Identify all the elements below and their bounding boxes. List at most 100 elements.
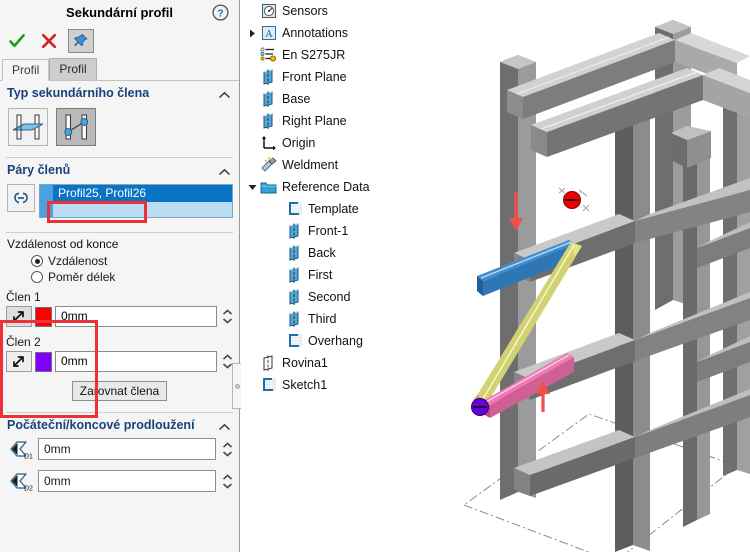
extension-d1-input[interactable]: 0mm <box>38 438 216 460</box>
point-marker-purple[interactable] <box>471 398 489 416</box>
panel-splitter[interactable] <box>232 363 241 409</box>
radio-length-ratio-indicator[interactable] <box>31 271 43 283</box>
tree-item-first[interactable]: First <box>241 264 419 286</box>
type-between-planes-button[interactable] <box>8 108 48 146</box>
tree-item-label: Base <box>282 92 311 106</box>
tree-item-label: First <box>308 268 333 282</box>
tree-item-overhang[interactable]: Overhang <box>241 330 419 352</box>
distance-from-end-label: Vzdálenost od konce <box>7 237 119 251</box>
tree-item-sensors[interactable]: Sensors <box>241 0 419 22</box>
chevron-down-icon[interactable] <box>245 183 259 192</box>
extension-d1-row: D1 0mm <box>0 436 239 462</box>
plane-icon <box>285 288 304 306</box>
annotations-icon: A <box>259 25 278 41</box>
origin-icon <box>259 135 278 151</box>
sketch-icon <box>259 377 278 393</box>
sketch-icon <box>285 201 304 217</box>
tab-profil-1[interactable]: Profil <box>2 59 50 81</box>
tree-item-front-1[interactable]: Front-1 <box>241 220 419 242</box>
tab-profil-2[interactable]: Profil <box>49 58 97 80</box>
radio-distance[interactable]: Vzdálenost <box>0 253 239 269</box>
tree-item-sketch1[interactable]: Sketch1 <box>241 374 419 396</box>
section-header-member-pairs[interactable]: Páry členů <box>0 158 239 181</box>
plane-icon <box>285 310 304 328</box>
chevron-up-icon[interactable] <box>218 89 231 98</box>
svg-text:A: A <box>265 29 273 40</box>
align-member-row: Zarovnat člena <box>0 375 239 406</box>
extension-d1-stepper[interactable] <box>220 439 235 460</box>
section-header-member-type[interactable]: Typ sekundárního člena <box>0 81 239 104</box>
member1-distance-input[interactable]: 0mm <box>55 306 217 327</box>
tree-item-annotations[interactable]: A Annotations <box>241 22 419 44</box>
panel-title-bar: Sekundární profil ? <box>0 0 239 26</box>
sketch-icon <box>285 333 304 349</box>
extension-d2-input[interactable]: 0mm <box>38 470 216 492</box>
weldment-frame-model <box>419 0 750 552</box>
tree-item-base[interactable]: Base <box>241 88 419 110</box>
svg-text:D1: D1 <box>24 454 33 461</box>
member2-label: Člen 2 <box>6 335 41 349</box>
help-icon[interactable]: ? <box>212 4 229 21</box>
sensors-icon <box>259 3 278 19</box>
splitter-handle[interactable] <box>234 383 240 389</box>
tree-item-en-s275jr[interactable]: En S275JR <box>241 44 419 66</box>
material-icon <box>259 47 278 63</box>
svg-text:D2: D2 <box>24 486 33 493</box>
member-pairs-list[interactable]: Profil25, Profil26 <box>39 184 233 218</box>
panel-tab-strip: Profil Profil <box>0 56 239 81</box>
radio-distance-indicator[interactable] <box>31 255 43 267</box>
tree-item-label: Weldment <box>282 158 339 172</box>
flip-direction-button-2[interactable] <box>6 351 32 372</box>
tree-item-label: Overhang <box>308 334 363 348</box>
tree-item-rovina1[interactable]: Rovina1 <box>241 352 419 374</box>
tree-item-label: Sketch1 <box>282 378 328 392</box>
pin-button[interactable] <box>68 29 94 53</box>
weldment-icon <box>259 157 278 173</box>
extension-d2-row: D2 0mm <box>0 468 239 494</box>
link-icon[interactable] <box>7 184 35 212</box>
member2-distance-input[interactable]: 0mm <box>55 351 217 372</box>
tree-item-label: Reference Data <box>282 180 370 194</box>
type-point-length-button[interactable] <box>56 108 96 146</box>
chevron-right-icon[interactable] <box>245 28 259 39</box>
plane-icon <box>285 222 304 240</box>
member-pairs-row: Profil25, Profil26 <box>0 181 239 224</box>
tree-item-label: Origin <box>282 136 316 150</box>
tree-item-second[interactable]: Second <box>241 286 419 308</box>
tree-item-back[interactable]: Back <box>241 242 419 264</box>
tree-item-template[interactable]: Template <box>241 198 419 220</box>
chevron-up-icon[interactable] <box>218 166 231 175</box>
tree-item-label: Annotations <box>282 26 349 40</box>
accept-button[interactable] <box>4 29 30 53</box>
member2-row: 0mm <box>0 350 239 373</box>
tree-item-label: Front Plane <box>282 70 347 84</box>
list-item[interactable]: Profil25, Profil26 <box>53 185 232 202</box>
graphics-viewport[interactable] <box>419 0 750 552</box>
cancel-button[interactable] <box>36 29 62 53</box>
flip-direction-button-1[interactable] <box>6 306 32 327</box>
member1-stepper[interactable] <box>220 306 235 327</box>
member1-label: Člen 1 <box>6 290 41 304</box>
plane-icon <box>259 112 278 130</box>
section-title-extension: Počáteční/koncové prodloužení <box>7 418 195 432</box>
tree-item-right-plane[interactable]: Right Plane <box>241 110 419 132</box>
member2-color-swatch[interactable] <box>35 351 52 372</box>
extension-d2-stepper[interactable] <box>220 471 235 492</box>
page-title: Sekundární profil <box>66 5 173 20</box>
chevron-up-icon[interactable] <box>218 421 231 430</box>
radio-length-ratio[interactable]: Poměr délek <box>0 269 239 285</box>
feature-tree: Sensors A Annotations En S275JR Front Plane B… <box>241 0 419 552</box>
plane-icon <box>259 68 278 86</box>
tree-item-label: Rovina1 <box>282 356 328 370</box>
align-member-button[interactable]: Zarovnat člena <box>71 381 168 401</box>
section-header-extension[interactable]: Počáteční/koncové prodloužení <box>0 413 239 436</box>
tree-item-origin[interactable]: Origin <box>241 132 419 154</box>
member1-color-swatch[interactable] <box>35 306 52 327</box>
solidworks-window: Sekundární profil ? Profil Profil Typ se… <box>0 0 750 552</box>
tree-item-weldment[interactable]: Weldment <box>241 154 419 176</box>
tree-item-label: Second <box>308 290 351 304</box>
tree-item-label: Back <box>308 246 336 260</box>
tree-item-third[interactable]: Third <box>241 308 419 330</box>
tree-item-front-plane[interactable]: Front Plane <box>241 66 419 88</box>
tree-item-reference-data[interactable]: Reference Data <box>241 176 419 198</box>
